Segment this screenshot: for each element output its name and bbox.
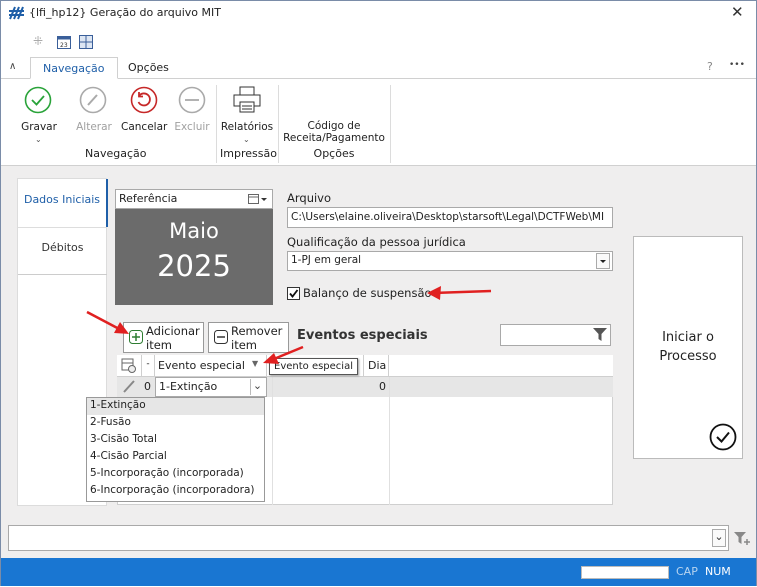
chevron-down-icon[interactable]: ⌄ [712,529,726,547]
filter-add-icon[interactable] [734,532,750,546]
app-window: {lfi_hp12} Geração do arquivo MIT ✕ ⁜ 23… [0,0,757,586]
bottom-filter-input[interactable]: ⌄ [8,525,729,551]
cap-indicator: CAP [676,565,698,578]
status-bar: CAP NUM [1,558,756,586]
num-indicator: NUM [705,565,731,578]
annotation-arrows [86,286,492,364]
arrow-adicionar-annotation [86,310,129,334]
progress-bar [581,566,669,579]
arrow-evento-column-annotation [263,345,304,364]
arrow-balanco-annotation [427,286,492,300]
